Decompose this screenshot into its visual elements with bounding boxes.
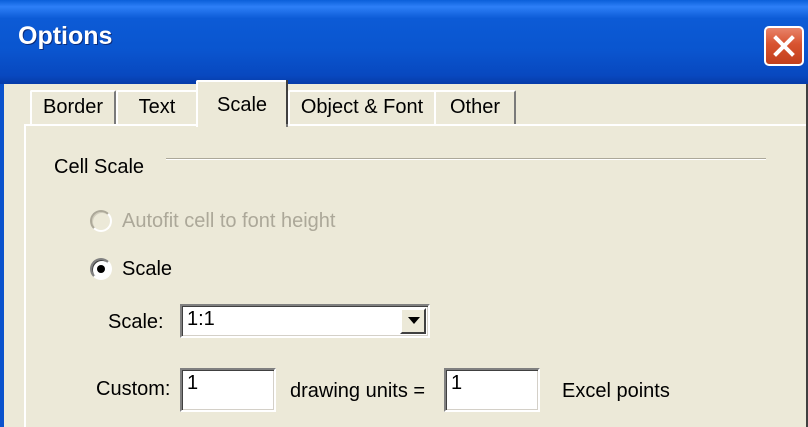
tab-scale[interactable]: Scale (196, 80, 288, 127)
tab-label: Other (449, 96, 501, 118)
tab-other[interactable]: Other (434, 90, 516, 124)
excel-points-label: Excel points (562, 380, 670, 402)
tab-divider (286, 80, 288, 124)
close-button[interactable] (764, 26, 804, 66)
custom-label: Custom: (96, 378, 171, 400)
custom-excel-points-input[interactable]: 1 (444, 368, 540, 412)
scale-dropdown-button[interactable] (400, 308, 426, 334)
scale-radio[interactable] (90, 258, 112, 280)
cell-scale-group-label: Cell Scale (54, 156, 145, 178)
autofit-radio-label: Autofit cell to font height (122, 210, 336, 232)
scale-combobox-value: 1:1 (187, 308, 215, 330)
scale-radio-label: Scale (122, 258, 173, 280)
tab-label: Scale (216, 94, 268, 116)
close-icon (773, 35, 795, 57)
autofit-radio[interactable] (90, 210, 112, 232)
tab-label: Text (138, 96, 176, 118)
title-bar[interactable]: Options (0, 0, 808, 84)
group-divider (166, 158, 766, 160)
drawing-units-label: drawing units = (290, 380, 426, 402)
tab-object-font[interactable]: Object & Font (288, 90, 436, 124)
radio-selected-dot (97, 265, 105, 273)
window-title: Options (18, 22, 113, 50)
tab-border[interactable]: Border (30, 90, 116, 124)
tab-label: Border (42, 96, 104, 118)
tab-label: Object & Font (300, 96, 424, 118)
custom-drawing-units-input[interactable]: 1 (180, 368, 276, 412)
chevron-down-icon (408, 317, 420, 324)
custom-excel-points-value: 1 (451, 372, 463, 394)
scale-combo-label: Scale: (108, 311, 164, 333)
tab-text[interactable]: Text (116, 90, 198, 124)
window-frame-left (0, 84, 4, 427)
scale-combobox[interactable]: 1:1 (180, 304, 430, 338)
custom-drawing-units-value: 1 (187, 372, 199, 394)
